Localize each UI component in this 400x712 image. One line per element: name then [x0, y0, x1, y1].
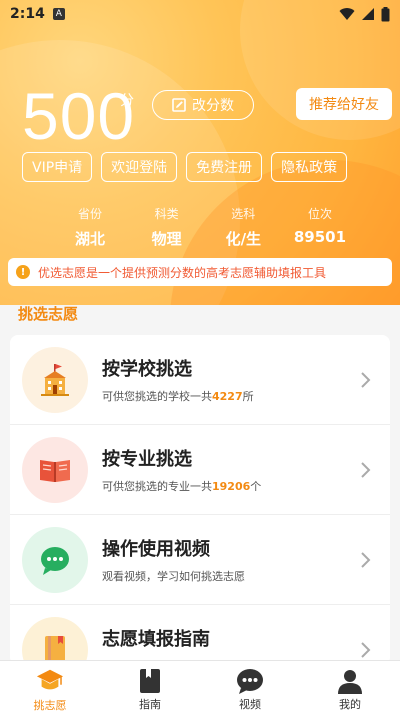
register-button[interactable]: 免费注册 [186, 152, 263, 182]
signal-icon [362, 8, 374, 20]
stat-value: 89501 [293, 228, 347, 246]
status-bar: 2:14 A [0, 0, 400, 28]
stat-rank: 位次 89501 [290, 205, 350, 249]
graduation-cap-icon [36, 667, 64, 695]
stat-label: 省份 [77, 207, 102, 221]
guide-book-icon [136, 667, 164, 694]
stat-value: 物理 [151, 230, 182, 248]
chevron-right-icon [361, 462, 371, 478]
notification-a-icon: A [52, 8, 65, 20]
edit-icon [172, 98, 186, 112]
guide-icon [22, 617, 88, 665]
tab-choose[interactable]: 挑志愿 [0, 661, 100, 712]
privacy-policy-button[interactable]: 隐私政策 [271, 152, 348, 182]
status-time: 2:14 [10, 6, 45, 22]
chevron-right-icon [361, 642, 371, 658]
score-unit: 分 [120, 93, 134, 109]
chevron-right-icon [361, 372, 371, 388]
chevron-right-icon [361, 552, 371, 568]
menu-item-desc: 可供您挑选的学校一共4227所 [102, 390, 254, 403]
recommend-button[interactable]: 推荐给好友 [296, 88, 392, 120]
section-title: 挑选志愿 [18, 305, 79, 323]
tab-guide[interactable]: 指南 [100, 661, 200, 712]
profile-stats: 省份 湖北 科类 物理 选科 化/生 位次 89501 [60, 205, 350, 249]
menu-item-desc: 观看视频，学习如何挑选志愿 [102, 570, 245, 583]
menu-item-title: 按学校挑选 [102, 359, 192, 380]
menu-item-title: 按专业挑选 [102, 449, 192, 470]
choice-menu-list: 按学校挑选 可供您挑选的学校一共4227所 按专业挑选 可供您挑选的专业一共19… [10, 335, 390, 665]
notice-text: 优选志愿是一个提供预测分数的高考志愿辅助填报工具 [38, 265, 327, 280]
score-value: 500 [22, 79, 136, 153]
stat-elective: 选科 化/生 [213, 205, 273, 249]
stat-label: 选科 [231, 207, 256, 221]
menu-item-by-major[interactable]: 按专业挑选 可供您挑选的专业一共19206个 [10, 425, 390, 515]
school-count: 4227 [212, 390, 243, 403]
menu-item-guide[interactable]: 志愿填报指南 [10, 605, 390, 665]
edit-score-button[interactable]: 改分数 [152, 90, 254, 120]
stat-value: 化/生 [225, 230, 262, 248]
stat-label: 科类 [154, 207, 179, 221]
battery-icon [381, 6, 390, 21]
book-icon [22, 437, 88, 503]
tab-label: 视频 [239, 698, 261, 711]
warning-icon: ! [16, 265, 30, 279]
chat-bubble-icon [236, 667, 264, 694]
menu-item-tutorial-video[interactable]: 操作使用视频 观看视频，学习如何挑选志愿 [10, 515, 390, 605]
vip-apply-button[interactable]: VIP申请 [22, 152, 93, 182]
chat-video-icon [22, 527, 88, 593]
tab-label: 挑志愿 [33, 699, 67, 712]
action-pills: VIP申请 欢迎登陆 免费注册 隐私政策 [22, 152, 348, 182]
info-notice: ! 优选志愿是一个提供预测分数的高考志愿辅助填报工具 [8, 258, 392, 286]
tab-video[interactable]: 视频 [200, 661, 300, 712]
stat-label: 位次 [307, 207, 332, 221]
menu-item-by-school[interactable]: 按学校挑选 可供您挑选的学校一共4227所 [10, 335, 390, 425]
stat-province: 省份 湖北 [60, 205, 120, 249]
tab-label: 指南 [139, 698, 161, 711]
edit-score-label: 改分数 [192, 98, 234, 114]
person-icon [336, 667, 364, 694]
stat-subject: 科类 物理 [137, 205, 197, 249]
menu-item-title: 操作使用视频 [102, 539, 210, 560]
bottom-nav: 挑志愿 指南 视频 我的 [0, 660, 400, 712]
login-button[interactable]: 欢迎登陆 [101, 152, 178, 182]
tab-label: 我的 [339, 698, 361, 711]
wifi-icon [339, 8, 355, 20]
stat-value: 湖北 [74, 230, 105, 248]
status-icons [339, 6, 390, 22]
tab-mine[interactable]: 我的 [300, 661, 400, 712]
menu-item-desc: 可供您挑选的专业一共19206个 [102, 480, 262, 493]
school-icon [22, 347, 88, 413]
menu-item-title: 志愿填报指南 [102, 629, 210, 650]
major-count: 19206 [212, 480, 251, 493]
